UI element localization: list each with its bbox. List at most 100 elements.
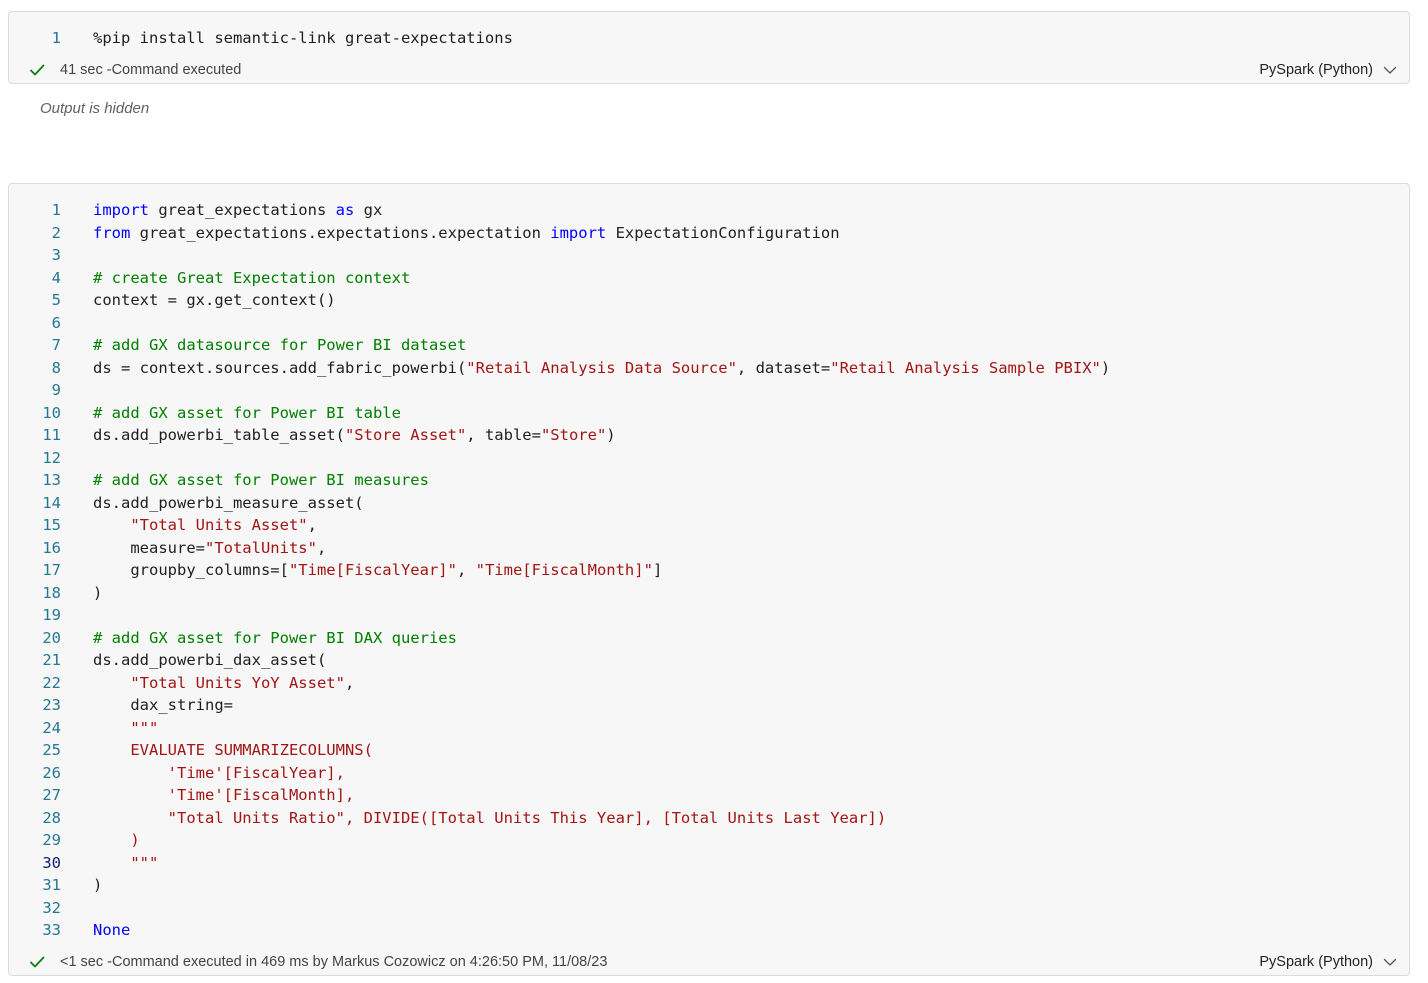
code-token: great_expectations: [149, 201, 336, 219]
line-number: 10: [42, 403, 61, 422]
line-number: 28: [42, 808, 61, 827]
code-token: # add GX asset for Power BI DAX queries: [93, 628, 457, 647]
code-token: ds.add_powerbi_dax_asset(: [93, 651, 327, 669]
code-token: ds.add_powerbi_measure_asset(: [93, 493, 364, 512]
code-text[interactable]: groupby_columns=["Time[FiscalYear]", "Ti…: [93, 559, 662, 582]
code-token: EVALUATE SUMMARIZECOLUMNS(: [93, 741, 373, 759]
line-number: 1: [51, 201, 61, 219]
code-token: ): [1100, 358, 1111, 377]
line-number: 4: [51, 268, 61, 287]
code-text[interactable]: ): [93, 582, 102, 605]
line-number: 19: [42, 606, 61, 624]
line-number: 26: [42, 763, 61, 782]
code-token: dax_string=: [93, 696, 233, 714]
code-token: # add GX asset for Power BI measures: [93, 471, 429, 489]
code-token: ds.add_powerbi_table_asset(: [93, 426, 345, 444]
code-token: , dataset=: [736, 358, 831, 377]
code-token: ds = context.sources.add_fabric_powerbi(: [93, 358, 467, 377]
code-token: gx: [354, 201, 383, 219]
code-text[interactable]: "Total Units YoY Asset",: [93, 672, 354, 695]
line-number: 18: [42, 583, 61, 602]
code-token: "Time[FiscalMonth]": [475, 561, 653, 579]
code-token: context = gx.get_context(): [93, 291, 336, 309]
line-number: 25: [42, 741, 61, 759]
line-number: 27: [42, 786, 61, 804]
code-text[interactable]: import great_expectations as gx: [93, 199, 382, 222]
code-text[interactable]: context = gx.get_context(): [93, 289, 336, 312]
code-token: "Time[FiscalYear]": [288, 561, 457, 579]
code-text[interactable]: # add GX asset for Power BI table: [93, 402, 401, 425]
code-text[interactable]: %pip install semantic-link great-expecta…: [93, 27, 513, 50]
code-text[interactable]: ds.add_powerbi_dax_asset(: [93, 649, 326, 672]
code-token: ,: [316, 538, 327, 557]
code-text[interactable]: from great_expectations.expectations.exp…: [93, 222, 840, 245]
output-hidden-label[interactable]: Output is hidden: [40, 100, 149, 117]
line-number: 20: [42, 628, 61, 647]
code-token: ]: [652, 561, 663, 579]
code-token: "Total Units YoY Asset": [130, 673, 345, 692]
code-text[interactable]: """: [93, 852, 158, 875]
code-token: 'Time'[FiscalYear],: [93, 763, 345, 782]
line-number: 9: [51, 381, 61, 399]
code-text[interactable]: # add GX datasource for Power BI dataset: [93, 334, 466, 357]
code-text[interactable]: 'Time'[FiscalYear],: [93, 762, 345, 785]
code-token: great_expectations.expectations.expectat…: [130, 223, 551, 242]
line-number: 13: [42, 471, 61, 489]
code-token: "Retail Analysis Data Source": [466, 358, 737, 377]
code-text[interactable]: """: [93, 717, 158, 740]
line-number: 24: [42, 718, 61, 737]
code-text[interactable]: ): [93, 874, 102, 897]
code-token: ,: [307, 516, 317, 534]
language-selector[interactable]: PySpark (Python): [1259, 951, 1373, 973]
code-token: # add GX datasource for Power BI dataset: [93, 336, 467, 354]
code-text[interactable]: 'Time'[FiscalMonth],: [93, 784, 355, 807]
check-icon: [30, 956, 45, 968]
code-token: ): [93, 831, 140, 849]
code-text[interactable]: measure="TotalUnits",: [93, 537, 326, 560]
code-text[interactable]: ): [93, 829, 140, 852]
code-text[interactable]: None: [93, 919, 130, 942]
code-text[interactable]: ds.add_powerbi_table_asset("Store Asset"…: [93, 424, 616, 447]
code-token: """: [93, 853, 159, 872]
code-cell-great-expectations[interactable]: 1 import great_expectations as gx 2 from gr…: [8, 183, 1410, 976]
execution-status-text: <1 sec -Command executed in 469 ms by Ma…: [60, 954, 608, 970]
code-cell-pip-install[interactable]: 1 %pip install semantic-link great-expect…: [8, 11, 1410, 84]
cell-status-bar: 41 sec -Command executed PySpark (Python…: [9, 59, 1409, 81]
line-number: 22: [42, 673, 61, 692]
code-token: measure=: [93, 538, 205, 557]
code-token: "Total Units Asset": [130, 516, 308, 534]
line-number: 17: [42, 561, 61, 579]
line-number: 6: [51, 313, 61, 332]
line-number: 33: [42, 921, 61, 939]
chevron-down-icon[interactable]: [1383, 63, 1397, 77]
code-token: "Store": [540, 426, 607, 444]
line-number: 1: [51, 29, 61, 47]
chevron-down-icon[interactable]: [1383, 955, 1397, 969]
code-token: , table=: [466, 426, 541, 444]
code-token: "Retail Analysis Sample PBIX": [830, 358, 1101, 377]
code-token: "Total Units Ratio", DIVIDE([Total Units…: [93, 808, 887, 827]
code-text[interactable]: # add GX asset for Power BI measures: [93, 469, 429, 492]
line-number: 21: [42, 651, 61, 669]
code-text[interactable]: EVALUATE SUMMARIZECOLUMNS(: [93, 739, 373, 762]
code-text[interactable]: dax_string=: [93, 694, 233, 717]
line-number: 31: [42, 876, 61, 894]
code-text[interactable]: ds.add_powerbi_measure_asset(: [93, 492, 364, 515]
line-number: 30: [42, 853, 61, 872]
cell-status-bar: <1 sec -Command executed in 469 ms by Ma…: [9, 951, 1409, 973]
code-text[interactable]: "Total Units Ratio", DIVIDE([Total Units…: [93, 807, 887, 830]
code-token: # add GX asset for Power BI table: [93, 403, 401, 422]
code-text[interactable]: # add GX asset for Power BI DAX queries: [93, 627, 457, 650]
code-token: from: [93, 223, 131, 242]
line-number: 7: [51, 336, 61, 354]
code-token: ,: [456, 561, 476, 579]
code-text[interactable]: # create Great Expectation context: [93, 267, 410, 290]
language-selector[interactable]: PySpark (Python): [1259, 59, 1373, 81]
code-text[interactable]: "Total Units Asset",: [93, 514, 317, 537]
code-token: ExpectationConfiguration: [606, 223, 840, 242]
line-number: 32: [42, 898, 61, 917]
code-text[interactable]: ds = context.sources.add_fabric_powerbi(…: [93, 357, 1110, 380]
